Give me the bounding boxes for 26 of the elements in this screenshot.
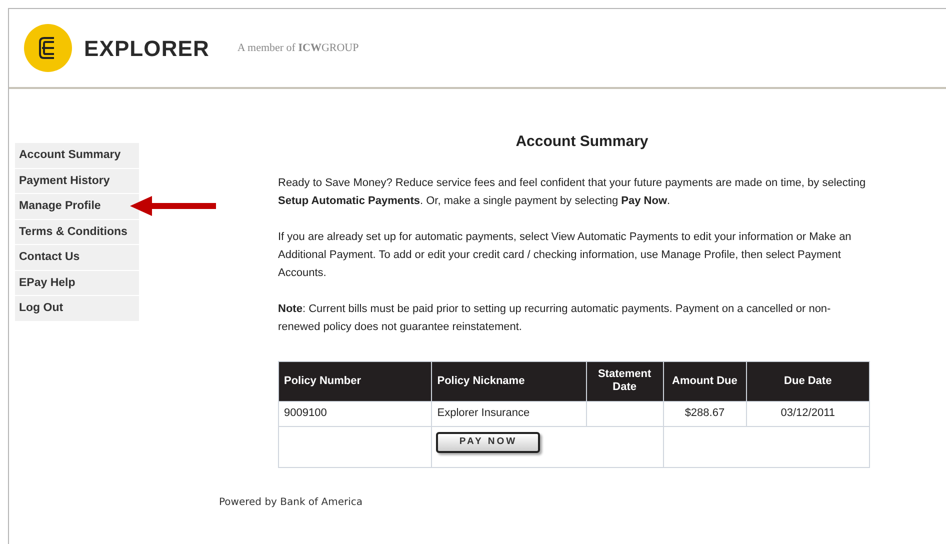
sidebar-item[interactable]: Manage Profile bbox=[15, 194, 139, 218]
sidebar-item[interactable]: Log Out bbox=[15, 296, 139, 320]
arrow-icon bbox=[130, 196, 216, 216]
info-paragraph: Ready to Save Money? Reduce service fees and feel confident that your future payments are made on time, by selecting Setup Automatic Payments. Or, make a single payment by selecting Pay Now. bbox=[278, 176, 867, 208]
sidebar-item[interactable]: Account Summary bbox=[15, 143, 139, 168]
info-paragraph: Note: Current bills must be paid prior to setting up recurring automatic payments. Payment on a cancelled or non-renewed policy does not guarantee reinstatement. bbox=[278, 302, 832, 334]
column-header: Amount Due bbox=[663, 361, 746, 401]
table-cell: $288.67 bbox=[663, 401, 746, 426]
table-cell: 03/12/2011 bbox=[746, 401, 870, 426]
sidebar-item[interactable]: Payment History bbox=[15, 168, 139, 193]
column-header: Policy Nickname bbox=[432, 361, 586, 401]
sidebar-item[interactable]: Terms & Conditions bbox=[15, 220, 139, 244]
table-cell: Explorer Insurance bbox=[432, 401, 586, 426]
column-header: Due Date bbox=[746, 361, 870, 401]
footer-text: Powered by Bank of America bbox=[219, 496, 363, 510]
sidebar-item[interactable]: Contact Us bbox=[15, 245, 139, 270]
column-header: Statement Date bbox=[586, 361, 664, 401]
pay-now-button[interactable]: PAY NOW bbox=[436, 432, 540, 452]
table-cell: 9009100 bbox=[278, 401, 432, 426]
sidebar-item[interactable]: EPay Help bbox=[15, 270, 139, 295]
info-paragraph: If you are already set up for automatic payments, select View Automatic Payments to edit your information or Make an Additional Payment. To add or edit your credit card / checking information, use Manage Profile, then select Payment Accounts. bbox=[278, 230, 852, 280]
logo-icon bbox=[24, 24, 72, 72]
tagline: A member of ICWGROUP bbox=[237, 40, 359, 56]
page-title: Account Summary bbox=[514, 132, 650, 152]
brand-name: EXPLORER bbox=[84, 34, 210, 62]
column-header: Policy Number bbox=[278, 361, 432, 401]
